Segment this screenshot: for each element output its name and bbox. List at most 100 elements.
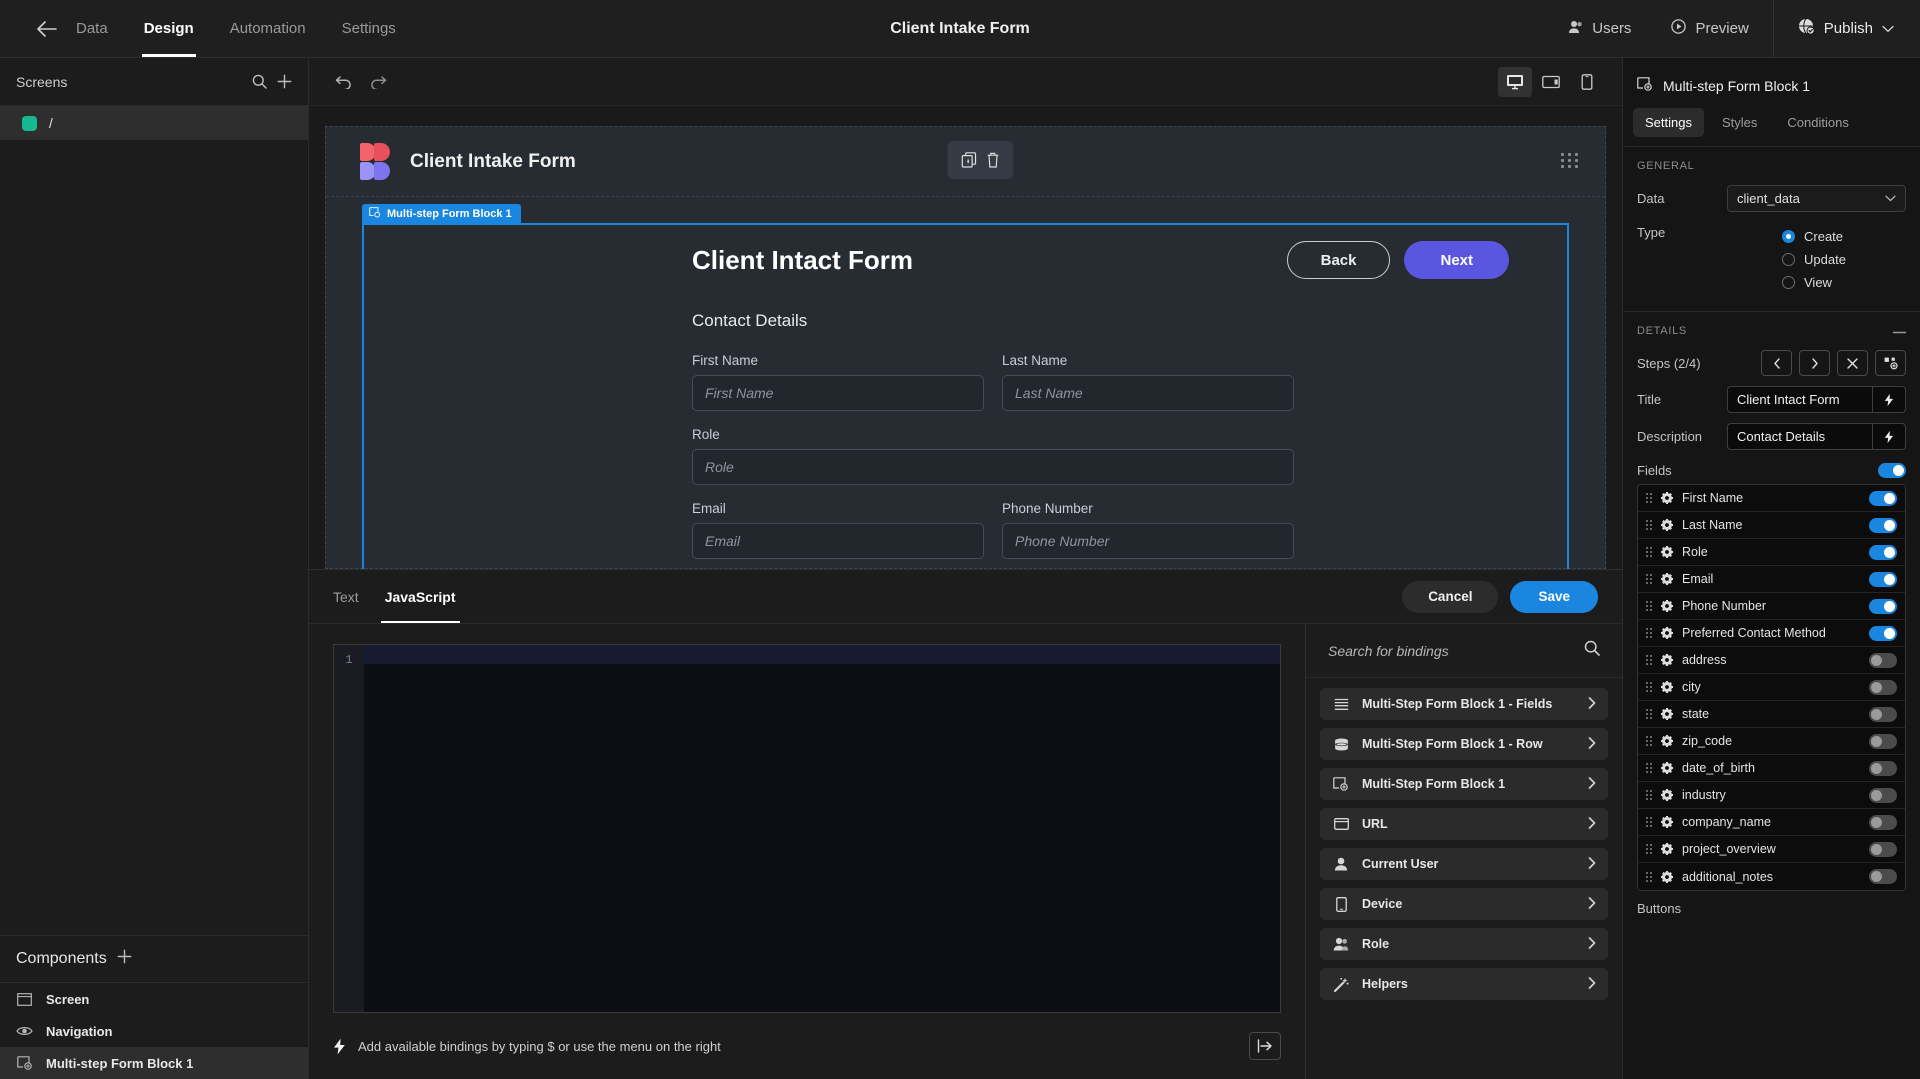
description-input[interactable]: Contact Details (1727, 423, 1872, 450)
gear-icon[interactable] (1661, 627, 1673, 639)
gear-icon[interactable] (1661, 492, 1673, 504)
field-row-state[interactable]: state (1638, 701, 1905, 728)
publish-button[interactable]: Publish (1778, 18, 1920, 39)
field-toggle[interactable] (1869, 842, 1897, 857)
save-button[interactable]: Save (1510, 581, 1598, 613)
field-row-additional-notes[interactable]: additional_notes (1638, 863, 1905, 890)
binding-item-row[interactable]: Multi-Step Form Block 1 - Row (1320, 728, 1608, 760)
phone-number-input[interactable]: Phone Number (1002, 523, 1294, 559)
first-name-input[interactable]: First Name (692, 375, 984, 411)
code-text-area[interactable] (364, 645, 1280, 1012)
field-toggle[interactable] (1869, 815, 1897, 830)
add-component-icon[interactable] (117, 949, 132, 969)
delete-icon[interactable] (986, 152, 999, 168)
device-desktop-button[interactable] (1498, 67, 1532, 97)
field-row-industry[interactable]: industry (1638, 782, 1905, 809)
component-item-multi-step-form-block-1[interactable]: Multi-step Form Block 1 (0, 1047, 308, 1079)
gear-icon[interactable] (1661, 708, 1673, 720)
data-select[interactable]: client_data (1727, 185, 1906, 212)
field-toggle[interactable] (1869, 734, 1897, 749)
type-option-update[interactable]: Update (1782, 248, 1906, 271)
title-binding-lightning-icon[interactable] (1872, 386, 1906, 413)
back-arrow-icon[interactable] (24, 21, 70, 37)
binding-item-fields[interactable]: Multi-Step Form Block 1 - Fields (1320, 688, 1608, 720)
collapse-details-icon[interactable] (1893, 325, 1906, 337)
field-toggle[interactable] (1869, 572, 1897, 587)
form-back-button[interactable]: Back (1287, 241, 1391, 279)
drag-handle-icon[interactable] (1646, 574, 1652, 584)
role-input[interactable]: Role (692, 449, 1294, 485)
search-icon[interactable] (252, 74, 267, 89)
gear-icon[interactable] (1661, 871, 1673, 883)
users-button[interactable]: Users (1548, 20, 1651, 38)
last-name-input[interactable]: Last Name (1002, 375, 1294, 411)
gear-icon[interactable] (1661, 573, 1673, 585)
drag-grip-icon[interactable] (1561, 153, 1579, 168)
add-step-icon[interactable] (1875, 350, 1906, 376)
drag-handle-icon[interactable] (1646, 520, 1652, 530)
undo-icon[interactable] (327, 67, 361, 97)
binding-item-role[interactable]: Role (1320, 928, 1608, 960)
field-row-last-name[interactable]: Last Name (1638, 512, 1905, 539)
radio-update[interactable] (1782, 253, 1795, 266)
field-toggle[interactable] (1869, 599, 1897, 614)
selected-block-tag[interactable]: Multi-step Form Block 1 (362, 204, 521, 223)
field-toggle[interactable] (1869, 761, 1897, 776)
duplicate-icon[interactable] (961, 152, 976, 168)
tab-styles[interactable]: Styles (1710, 108, 1769, 137)
drag-handle-icon[interactable] (1646, 763, 1652, 773)
tab-settings[interactable]: Settings (1633, 108, 1704, 137)
gear-icon[interactable] (1661, 762, 1673, 774)
field-toggle[interactable] (1869, 788, 1897, 803)
field-toggle[interactable] (1869, 518, 1897, 533)
field-row-city[interactable]: city (1638, 674, 1905, 701)
bindings-search-row[interactable]: Search for bindings (1306, 624, 1622, 678)
component-item-screen[interactable]: Screen (0, 983, 308, 1015)
binding-item-helpers[interactable]: Helpers (1320, 968, 1608, 1000)
field-row-phone-number[interactable]: Phone Number (1638, 593, 1905, 620)
type-option-view[interactable]: View (1782, 271, 1906, 294)
drag-handle-icon[interactable] (1646, 628, 1652, 638)
field-row-zip-code[interactable]: zip_code (1638, 728, 1905, 755)
description-binding-lightning-icon[interactable] (1872, 423, 1906, 450)
drag-handle-icon[interactable] (1646, 817, 1652, 827)
gear-icon[interactable] (1661, 735, 1673, 747)
collapse-right-icon[interactable] (1249, 1032, 1281, 1060)
device-mobile-button[interactable] (1570, 67, 1604, 97)
preview-button[interactable]: Preview (1651, 19, 1768, 38)
add-screen-icon[interactable] (277, 74, 292, 89)
field-row-preferred-contact-method[interactable]: Preferred Contact Method (1638, 620, 1905, 647)
gear-icon[interactable] (1661, 546, 1673, 558)
field-toggle[interactable] (1869, 545, 1897, 560)
field-row-first-name[interactable]: First Name (1638, 485, 1905, 512)
field-row-project-overview[interactable]: project_overview (1638, 836, 1905, 863)
gear-icon[interactable] (1661, 654, 1673, 666)
drag-handle-icon[interactable] (1646, 736, 1652, 746)
search-icon[interactable] (1584, 640, 1600, 661)
drag-handle-icon[interactable] (1646, 844, 1652, 854)
tab-conditions[interactable]: Conditions (1775, 108, 1860, 137)
gear-icon[interactable] (1661, 681, 1673, 693)
fields-master-toggle[interactable] (1878, 463, 1906, 478)
binding-item-url[interactable]: URL (1320, 808, 1608, 840)
drag-handle-icon[interactable] (1646, 493, 1652, 503)
radio-create[interactable] (1782, 230, 1795, 243)
nav-data[interactable]: Data (74, 0, 110, 57)
field-toggle[interactable] (1869, 707, 1897, 722)
field-toggle[interactable] (1869, 626, 1897, 641)
tab-text[interactable]: Text (333, 570, 359, 623)
component-item-navigation[interactable]: Navigation (0, 1015, 308, 1047)
field-row-role[interactable]: Role (1638, 539, 1905, 566)
form-next-button[interactable]: Next (1404, 241, 1509, 279)
screen-row[interactable]: / (0, 106, 308, 140)
field-toggle[interactable] (1869, 491, 1897, 506)
nav-settings[interactable]: Settings (340, 0, 398, 57)
nav-design[interactable]: Design (142, 0, 196, 57)
drag-handle-icon[interactable] (1646, 872, 1652, 882)
field-row-email[interactable]: Email (1638, 566, 1905, 593)
tab-javascript[interactable]: JavaScript (385, 570, 456, 623)
drag-handle-icon[interactable] (1646, 547, 1652, 557)
drag-handle-icon[interactable] (1646, 601, 1652, 611)
field-row-address[interactable]: address (1638, 647, 1905, 674)
email-input[interactable]: Email (692, 523, 984, 559)
